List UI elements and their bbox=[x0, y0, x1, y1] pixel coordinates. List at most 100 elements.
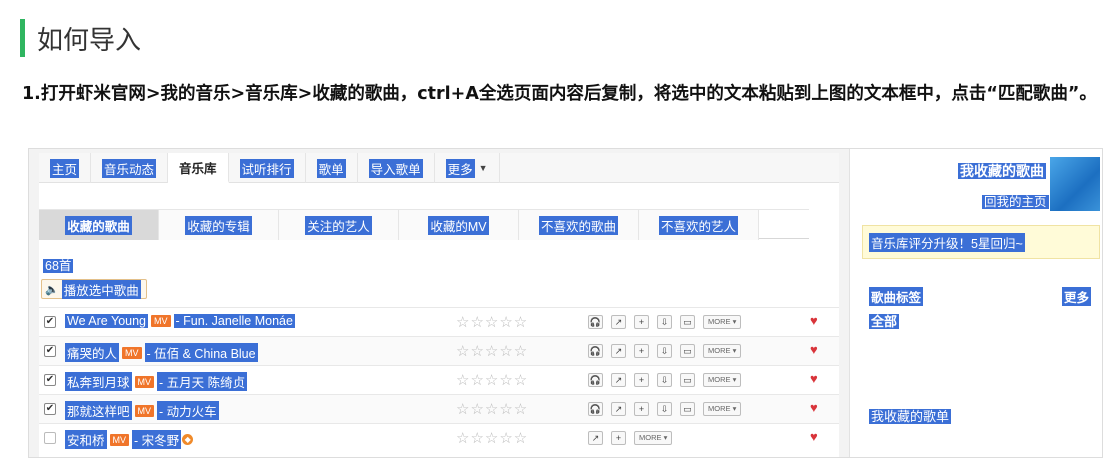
song-title: 那就这样吧 MV - 动力火车 bbox=[65, 401, 219, 420]
phone-icon[interactable]: ▭ bbox=[680, 315, 695, 329]
nav-playlists[interactable]: 歌单 bbox=[306, 153, 358, 183]
rating-stars[interactable]: ☆☆☆☆☆ bbox=[456, 400, 528, 418]
home-link[interactable]: 回我的主页 bbox=[982, 191, 1049, 210]
add-icon[interactable]: + bbox=[634, 344, 649, 358]
song-artist[interactable]: - 宋冬野 bbox=[132, 430, 182, 449]
mv-badge[interactable]: MV bbox=[134, 404, 155, 417]
page-header: 如何导入 bbox=[20, 17, 141, 59]
headphones-icon[interactable]: 🎧 bbox=[588, 402, 603, 416]
heart-icon[interactable]: ♥ bbox=[810, 429, 818, 444]
add-icon[interactable]: + bbox=[634, 315, 649, 329]
share-icon[interactable]: ↗ bbox=[611, 344, 626, 358]
favorite-playlists-heading: 我收藏的歌单 bbox=[869, 409, 952, 424]
rating-stars[interactable]: ☆☆☆☆☆ bbox=[456, 342, 528, 360]
nav-home[interactable]: 主页 bbox=[39, 153, 92, 183]
rating-stars[interactable]: ☆☆☆☆☆ bbox=[456, 429, 528, 447]
share-icon[interactable]: ↗ bbox=[588, 431, 603, 445]
title-accent-bar bbox=[20, 19, 25, 57]
heart-icon[interactable]: ♥ bbox=[810, 371, 818, 386]
notice-banner: 音乐库评分升级！5星回归~ bbox=[862, 225, 1100, 259]
heart-icon[interactable]: ♥ bbox=[810, 313, 818, 328]
tab-followed-artists[interactable]: 关注的艺人 bbox=[279, 210, 399, 240]
song-name[interactable]: We Are Young bbox=[65, 314, 149, 328]
song-tags-heading: 歌曲标签 bbox=[869, 287, 924, 306]
mv-badge[interactable]: MV bbox=[122, 346, 142, 359]
song-name[interactable]: 那就这样吧 bbox=[65, 401, 132, 420]
song-actions: 🎧 ↗ + ⇩ ▭ MORE ▾ bbox=[588, 315, 742, 329]
phone-icon[interactable]: ▭ bbox=[680, 373, 695, 387]
song-checkbox[interactable]: ✔ bbox=[44, 316, 56, 328]
song-artist[interactable]: - 五月天 陈绮贞 bbox=[157, 372, 248, 391]
song-title: We Are Young MV - Fun. Janelle Monáe bbox=[65, 314, 295, 328]
mv-badge[interactable]: MV bbox=[134, 375, 155, 388]
song-tags-header: 歌曲标签 更多 bbox=[869, 287, 1091, 306]
tag-all[interactable]: 全部 bbox=[869, 311, 900, 330]
caret-down-icon: ▼ bbox=[478, 163, 488, 173]
song-actions: 🎧 ↗ + ⇩ ▭ MORE ▾ bbox=[588, 344, 742, 358]
more-button[interactable]: MORE ▾ bbox=[703, 344, 742, 358]
tab-disliked-artists[interactable]: 不喜欢的艺人 bbox=[639, 210, 759, 240]
add-icon[interactable]: + bbox=[634, 373, 649, 387]
mv-badge[interactable]: MV bbox=[151, 315, 171, 327]
song-actions: 🎧 ↗ + ⇩ ▭ MORE ▾ bbox=[588, 373, 742, 387]
headphones-icon[interactable]: 🎧 bbox=[588, 344, 603, 358]
nav-library[interactable]: 音乐库 bbox=[168, 153, 229, 183]
tab-favorite-albums[interactable]: 收藏的专辑 bbox=[159, 210, 279, 240]
page-title: 如何导入 bbox=[37, 25, 142, 56]
xiami-screenshot: 主页 音乐动态 音乐库 试听排行 歌单 导入歌单 更多 ▼ 收藏的歌曲 收藏的专辑… bbox=[28, 148, 1103, 458]
song-row[interactable]: 安和桥 MV - 宋冬野 ◆ ☆☆☆☆☆ ↗ + MORE ▾ ♥ bbox=[39, 423, 839, 452]
song-title: 痛哭的人 MV - 伍佰 & China Blue bbox=[65, 343, 258, 362]
song-row[interactable]: ✔ We Are Young MV - Fun. Janelle Monáe ☆☆☆☆☆… bbox=[39, 307, 839, 336]
song-row[interactable]: ✔ 私奔到月球 MV - 五月天 陈绮贞 ☆☆☆☆☆ 🎧 ↗ + ⇩ ▭ MORE ▾ ♥ bbox=[39, 365, 839, 394]
share-icon[interactable]: ↗ bbox=[611, 373, 626, 387]
instruction-text: 1.打开虾米官网>我的音乐>音乐库>收藏的歌曲，ctrl+A全选页面内容后复制，… bbox=[22, 84, 1097, 104]
add-icon[interactable]: + bbox=[634, 402, 649, 416]
song-row[interactable]: ✔ 那就这样吧 MV - 动力火车 ☆☆☆☆☆ 🎧 ↗ + ⇩ ▭ MORE ▾ ♥ bbox=[39, 394, 839, 423]
song-name[interactable]: 安和桥 bbox=[65, 430, 107, 449]
song-checkbox[interactable]: ✔ bbox=[44, 374, 56, 386]
nav-more[interactable]: 更多 ▼ bbox=[435, 153, 500, 183]
song-checkbox[interactable] bbox=[44, 432, 56, 444]
headphones-icon[interactable]: 🎧 bbox=[588, 315, 603, 329]
share-icon[interactable]: ↗ bbox=[611, 402, 626, 416]
tab-favorite-songs[interactable]: 收藏的歌曲 bbox=[39, 210, 159, 240]
nav-import-playlist[interactable]: 导入歌单 bbox=[358, 153, 435, 183]
song-row[interactable]: ✔ 痛哭的人 MV - 伍佰 & China Blue ☆☆☆☆☆ 🎧 ↗ + ⇩ ▭ MORE ▾… bbox=[39, 336, 839, 365]
song-artist[interactable]: - 动力火车 bbox=[157, 401, 219, 420]
song-name[interactable]: 痛哭的人 bbox=[65, 343, 120, 362]
mv-badge[interactable]: MV bbox=[109, 433, 130, 446]
more-button[interactable]: MORE ▾ bbox=[634, 431, 673, 445]
share-icon[interactable]: ↗ bbox=[611, 315, 626, 329]
download-icon[interactable]: ⇩ bbox=[657, 373, 672, 387]
avatar[interactable] bbox=[1050, 157, 1100, 211]
song-list: ✔ We Are Young MV - Fun. Janelle Monáe ☆☆☆☆☆… bbox=[39, 307, 839, 452]
tab-favorite-mv[interactable]: 收藏的MV bbox=[399, 210, 519, 240]
heart-icon[interactable]: ♥ bbox=[810, 342, 818, 357]
play-selected-button[interactable]: 🔈 播放选中歌曲 bbox=[41, 279, 147, 299]
more-button[interactable]: MORE ▾ bbox=[703, 373, 742, 387]
song-checkbox[interactable]: ✔ bbox=[44, 403, 56, 415]
download-icon[interactable]: ⇩ bbox=[657, 402, 672, 416]
phone-icon[interactable]: ▭ bbox=[680, 344, 695, 358]
nav-charts[interactable]: 试听排行 bbox=[229, 153, 306, 183]
tab-disliked-songs[interactable]: 不喜欢的歌曲 bbox=[519, 210, 639, 240]
nav-activity[interactable]: 音乐动态 bbox=[91, 153, 169, 183]
more-button[interactable]: MORE ▾ bbox=[703, 315, 742, 329]
more-button[interactable]: MORE ▾ bbox=[703, 402, 742, 416]
song-tags-more-link[interactable]: 更多 bbox=[1061, 287, 1091, 306]
download-icon[interactable]: ⇩ bbox=[657, 344, 672, 358]
rating-stars[interactable]: ☆☆☆☆☆ bbox=[456, 313, 528, 331]
speaker-icon: 🔈 bbox=[45, 283, 59, 296]
phone-icon[interactable]: ▭ bbox=[680, 402, 695, 416]
download-icon[interactable]: ⇩ bbox=[657, 315, 672, 329]
sidebar: 我收藏的歌曲 回我的主页 音乐库评分升级！5星回归~ 歌曲标签 更多 全部 我收… bbox=[849, 149, 1102, 457]
heart-icon[interactable]: ♥ bbox=[810, 400, 818, 415]
song-artist[interactable]: - Fun. Janelle Monáe bbox=[173, 314, 295, 328]
add-icon[interactable]: + bbox=[611, 431, 626, 445]
rating-stars[interactable]: ☆☆☆☆☆ bbox=[456, 371, 528, 389]
song-artist[interactable]: - 伍佰 & China Blue bbox=[144, 343, 258, 362]
song-actions: 🎧 ↗ + ⇩ ▭ MORE ▾ bbox=[588, 402, 742, 416]
song-checkbox[interactable]: ✔ bbox=[44, 345, 56, 357]
headphones-icon[interactable]: 🎧 bbox=[588, 373, 603, 387]
song-name[interactable]: 私奔到月球 bbox=[65, 372, 132, 391]
